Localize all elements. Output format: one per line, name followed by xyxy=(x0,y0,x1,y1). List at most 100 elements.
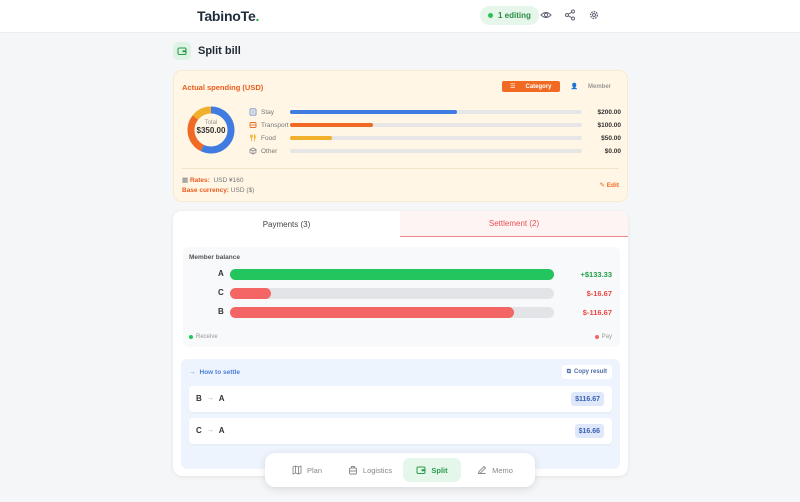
wallet-icon xyxy=(416,466,426,474)
category-bar xyxy=(290,136,332,140)
balance-track xyxy=(230,269,554,280)
donut-total: Total $350.00 xyxy=(186,120,236,135)
legend-pay-label: Pay xyxy=(601,334,612,340)
category-row-transport: Transport $100.00 xyxy=(249,119,621,131)
settlement-row: B → A $116.67 xyxy=(189,386,612,412)
copy-result-label: Copy result xyxy=(573,369,607,375)
toggle-member-button[interactable]: 👤 Member xyxy=(563,81,620,92)
edit-rates-button[interactable]: ✎ Edit xyxy=(599,181,619,189)
status-dot-icon xyxy=(488,13,493,18)
arrow-right-icon: → xyxy=(206,427,214,434)
copy-result-button[interactable]: ⧉ Copy result xyxy=(561,365,612,379)
settlement-amount: $116.67 xyxy=(571,392,604,406)
nav-item-logistics[interactable]: Logistics xyxy=(337,458,403,482)
editing-status-badge[interactable]: 1 editing xyxy=(480,6,539,25)
train-icon xyxy=(249,121,257,129)
settlement-amount: $16.66 xyxy=(574,424,604,438)
category-name: Food xyxy=(261,134,276,142)
balance-value: $-116.67 xyxy=(582,308,612,317)
tab-payments[interactable]: Payments (3) xyxy=(173,211,400,237)
divider xyxy=(182,168,619,169)
balance-bar xyxy=(230,307,514,318)
split-card: Payments (3) Settlement (2) Member balan… xyxy=(173,211,628,476)
balance-track xyxy=(230,307,554,318)
category-track xyxy=(290,110,582,114)
settlement-parties: C → A xyxy=(196,426,225,435)
rates-value: USD ¥160 xyxy=(213,177,244,184)
legend-receive: Receive xyxy=(189,334,218,340)
share-icon[interactable] xyxy=(564,9,576,21)
payee-name: A xyxy=(218,426,225,435)
bottom-nav: Plan Logistics Split Memo xyxy=(265,453,535,487)
category-amount: $0.00 xyxy=(604,147,621,155)
green-dot-icon xyxy=(189,335,193,339)
total-value: $350.00 xyxy=(196,126,226,135)
logo-text: TabinoTe xyxy=(197,8,256,24)
nav-item-split[interactable]: Split xyxy=(403,458,461,482)
nav-label: Logistics xyxy=(362,465,393,475)
member-balance-title: Member balance xyxy=(189,254,240,261)
balance-bar xyxy=(230,288,271,299)
view-toggle: ☰ Category 👤 Member xyxy=(502,81,619,92)
category-track xyxy=(290,123,582,127)
person-icon: 👤 xyxy=(570,84,578,90)
category-amount: $200.00 xyxy=(597,108,622,116)
balance-bar xyxy=(230,269,554,280)
copy-icon: ⧉ xyxy=(566,368,571,375)
page-header: Split bill xyxy=(173,42,241,60)
member-name: A xyxy=(218,269,224,278)
toggle-category-button[interactable]: ☰ Category xyxy=(502,81,560,92)
arrow-right-icon: → xyxy=(189,369,196,376)
eye-icon[interactable] xyxy=(540,9,552,21)
edit-label: Edit xyxy=(606,182,619,189)
category-bar xyxy=(290,123,374,127)
category-name: Stay xyxy=(261,108,275,116)
nav-label: Split xyxy=(431,465,448,475)
base-currency-value: USD ($) xyxy=(230,187,255,194)
rates-label: Rates: xyxy=(189,177,210,184)
payer-name: C xyxy=(196,426,202,435)
payee-name: A xyxy=(218,394,225,403)
member-name: C xyxy=(218,288,224,297)
category-track xyxy=(290,136,582,140)
nav-item-memo[interactable]: Memo xyxy=(465,458,525,482)
toggle-member-label: Member xyxy=(587,83,611,90)
calculator-icon: ▦ xyxy=(182,177,190,184)
how-to-settle-title: → How to settle xyxy=(189,369,240,376)
top-bar: TabinoTe. 1 editing xyxy=(0,0,800,33)
app-logo[interactable]: TabinoTe. xyxy=(197,8,259,24)
balance-value: +$133.33 xyxy=(580,270,613,279)
map-icon xyxy=(292,465,302,475)
spending-card: Actual spending (USD) ☰ Category 👤 Member … xyxy=(173,70,628,202)
arrow-right-icon: → xyxy=(206,395,214,402)
category-track xyxy=(290,149,582,153)
settlement-row: C → A $16.66 xyxy=(189,418,612,444)
nav-label: Memo xyxy=(492,465,513,475)
base-currency-line: Base currency: USD ($) xyxy=(182,187,254,194)
tab-settlement[interactable]: Settlement (2) xyxy=(400,211,628,237)
pencil-icon: ✎ xyxy=(599,182,607,189)
payer-name: B xyxy=(196,394,202,403)
category-name: Transport xyxy=(261,121,289,129)
member-name: B xyxy=(218,307,224,316)
category-name: Other xyxy=(261,147,278,155)
wallet-icon xyxy=(173,42,191,60)
nav-label: Plan xyxy=(306,465,322,475)
spending-title: Actual spending (USD) xyxy=(182,83,264,92)
category-bar xyxy=(290,110,457,114)
suitcase-icon xyxy=(348,466,357,475)
balance-row: B $-116.67 xyxy=(183,306,620,318)
gear-icon[interactable] xyxy=(588,9,600,21)
category-row-food: Food $50.00 xyxy=(249,132,621,144)
legend-pay: Pay xyxy=(594,334,612,340)
settlement-parties: B → A xyxy=(196,394,225,403)
balance-value: $-16.67 xyxy=(586,289,612,298)
balance-row: C $-16.67 xyxy=(183,287,620,299)
bed-icon xyxy=(249,108,257,116)
logo-dot: . xyxy=(255,8,260,24)
base-currency-label: Base currency: xyxy=(182,187,229,194)
page-title: Split bill xyxy=(198,45,241,57)
nav-item-plan[interactable]: Plan xyxy=(277,458,337,482)
category-row-other: Other $0.00 xyxy=(249,145,621,157)
how-to-settle-label: How to settle xyxy=(199,369,240,376)
